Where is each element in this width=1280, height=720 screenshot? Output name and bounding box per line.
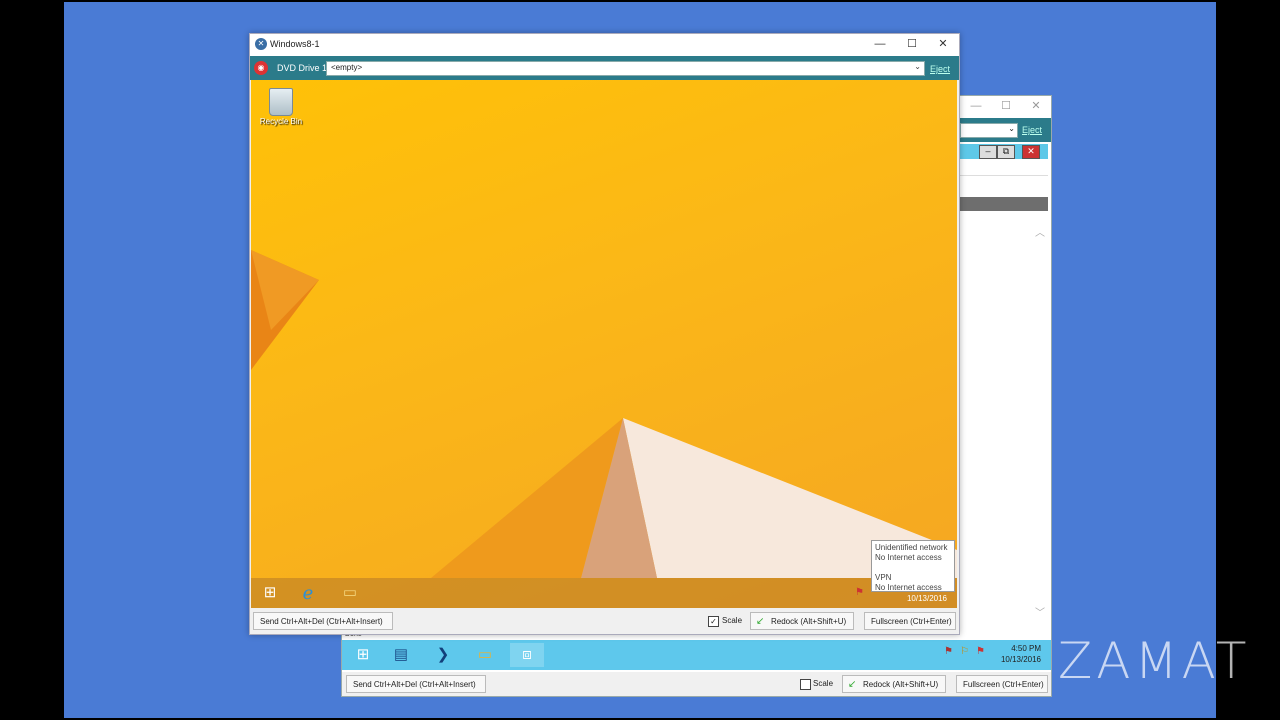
- server-manager-icon[interactable]: ▤: [384, 643, 418, 667]
- checkmark-icon: ✓: [710, 617, 717, 626]
- front-bottom-bar: Send Ctrl+Alt+Del (Ctrl+Alt+Insert) ✓ Sc…: [250, 608, 959, 634]
- chevron-down-icon: ⌄: [914, 62, 921, 71]
- vpn-status: No Internet access: [875, 583, 942, 592]
- inner-minimize-button[interactable]: –: [979, 145, 997, 159]
- minimize-button[interactable]: —: [964, 96, 988, 116]
- front-console-window[interactable]: ✕ Windows8-1 — ☐ ✕ ◉ DVD Drive 1: <empty…: [249, 33, 960, 635]
- system-tray: ⚑ ⚐ ⚑ 4:50 PM 10/13/2016: [944, 643, 1041, 665]
- scroll-down-icon[interactable]: ﹀: [1035, 604, 1045, 619]
- tray-network-icon[interactable]: ⚑: [944, 646, 953, 657]
- windows-start-icon[interactable]: ⊞: [253, 581, 287, 605]
- inner-close-button[interactable]: ✕: [1022, 145, 1040, 159]
- dvd-drive-select[interactable]: ⌄: [960, 123, 1018, 138]
- desktop-wallpaper: [251, 250, 957, 578]
- tray-time: 4:50 PM: [1011, 644, 1041, 653]
- network-name: Unidentified network: [875, 543, 948, 552]
- close-button[interactable]: ✕: [1024, 96, 1048, 116]
- maximize-button[interactable]: ☐: [994, 96, 1018, 116]
- send-ctrl-alt-del-button[interactable]: Send Ctrl+Alt+Del (Ctrl+Alt+Insert): [346, 675, 486, 693]
- eject-link[interactable]: Eject: [930, 64, 950, 74]
- vm-taskbar: ⊞ ℯ ▭ ⚑ 10/13/2016: [251, 578, 957, 608]
- front-titlebar: ✕ Windows8-1 — ☐ ✕: [250, 34, 959, 56]
- network-warning-icon[interactable]: ⚑: [976, 646, 985, 657]
- divider: [960, 175, 1048, 176]
- windows-start-icon[interactable]: ⊞: [346, 643, 380, 667]
- network-app-icon[interactable]: ⧈: [510, 643, 544, 667]
- back-dvd-toolbar: ⌄ Eject: [960, 118, 1051, 142]
- back-vm-taskbar: ⊞ ▤ ❯ ▭ ⧈ ⚑ ⚐ ⚑ 4:50 PM 10/13/2016: [342, 640, 1051, 670]
- dvd-toolbar: ◉ DVD Drive 1: <empty> ⌄ Eject: [250, 56, 959, 80]
- vpn-name: VPN: [875, 573, 892, 582]
- dvd-icon: ◉: [254, 61, 268, 75]
- tray-date: 10/13/2016: [1000, 655, 1041, 664]
- powershell-icon[interactable]: ❯: [426, 643, 460, 667]
- recycle-bin-label: Recycle Bin: [259, 117, 303, 126]
- inner-window-controls: – ⧉ ✕: [960, 144, 1048, 159]
- file-explorer-icon[interactable]: ▭: [468, 643, 502, 667]
- internet-explorer-icon[interactable]: ℯ: [291, 581, 325, 605]
- redock-button[interactable]: ↙ Redock (Alt+Shift+U): [750, 612, 854, 630]
- scale-label: Scale: [813, 679, 834, 688]
- minimize-button[interactable]: —: [868, 34, 892, 54]
- flag-icon[interactable]: ⚐: [960, 646, 969, 657]
- chevron-down-icon: ⌄: [1008, 124, 1015, 133]
- redock-button[interactable]: ↙ Redock (Alt+Shift+U): [842, 675, 946, 693]
- scroll-up-icon[interactable]: ︿: [1035, 224, 1045, 239]
- close-button[interactable]: ✕: [931, 34, 955, 54]
- network-status-tooltip: Unidentified network No Internet access …: [871, 540, 955, 592]
- dvd-drive-value: <empty>: [331, 63, 363, 72]
- header-bar: [960, 197, 1048, 211]
- file-explorer-icon[interactable]: ▭: [333, 581, 367, 605]
- redock-label: Redock (Alt+Shift+U): [863, 680, 939, 689]
- vm-tray-date: 10/13/2016: [906, 594, 947, 603]
- dvd-drive-label: DVD Drive 1:: [277, 63, 330, 73]
- recycle-bin-shortcut[interactable]: Recycle Bin: [257, 88, 305, 126]
- redock-label: Redock (Alt+Shift+U): [771, 617, 847, 626]
- scale-checkbox[interactable]: ✓: [708, 616, 719, 627]
- watermark: ZAMAT: [1058, 632, 1251, 690]
- back-bottom-bar: Send Ctrl+Alt+Del (Ctrl+Alt+Insert) Scal…: [342, 672, 1051, 696]
- redock-icon: ↙: [848, 679, 857, 690]
- app-icon: ✕: [255, 38, 267, 50]
- scale-label: Scale: [722, 616, 743, 625]
- inner-restore-button[interactable]: ⧉: [997, 145, 1015, 159]
- redock-icon: ↙: [756, 616, 765, 627]
- back-titlebar: — ☐ ✕: [960, 96, 1051, 116]
- dvd-drive-select[interactable]: <empty> ⌄: [326, 61, 925, 76]
- fullscreen-button[interactable]: Fullscreen (Ctrl+Enter): [864, 612, 956, 630]
- scale-checkbox[interactable]: [800, 679, 811, 690]
- eject-link[interactable]: Eject: [1022, 125, 1042, 135]
- send-ctrl-alt-del-button[interactable]: Send Ctrl+Alt+Del (Ctrl+Alt+Insert): [253, 612, 393, 630]
- network-status: No Internet access: [875, 553, 942, 562]
- recycle-bin-icon: [269, 88, 293, 116]
- network-warning-icon[interactable]: ⚑: [855, 587, 864, 598]
- window-title: Windows8-1: [270, 39, 320, 49]
- fullscreen-button[interactable]: Fullscreen (Ctrl+Enter): [956, 675, 1048, 693]
- maximize-button[interactable]: ☐: [900, 34, 924, 54]
- vm-display[interactable]: Recycle Bin ⊞ ℯ ▭ ⚑ 10/13/2016 Unidentif…: [251, 80, 957, 608]
